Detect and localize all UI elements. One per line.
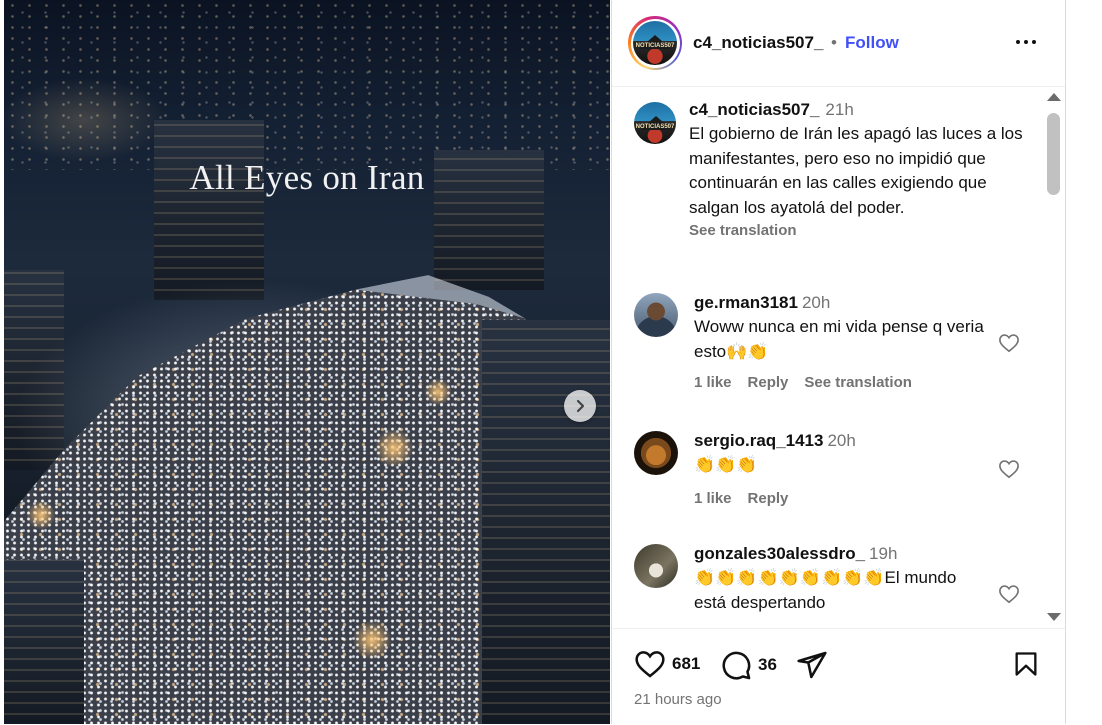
- comment-time: 20h: [801, 293, 831, 312]
- scrollbar-thumb[interactable]: [1047, 113, 1060, 195]
- separator-dot: •: [831, 33, 837, 52]
- heart-icon[interactable]: [998, 333, 1020, 353]
- post-media[interactable]: All Eyes on Iran: [4, 0, 610, 724]
- comment-bubble-icon[interactable]: [720, 649, 752, 681]
- caption-avatar[interactable]: NOTICIAS507: [634, 102, 676, 144]
- comment-username[interactable]: ge.rman3181: [694, 293, 798, 312]
- flare-glow: [374, 428, 414, 468]
- bookmark-icon[interactable]: [1012, 649, 1040, 679]
- comment-text: 👏👏👏👏👏👏👏👏👏El mundo está despertando: [694, 568, 957, 612]
- like-action[interactable]: 681: [634, 649, 700, 679]
- author-avatar[interactable]: NOTICIAS507: [628, 16, 682, 70]
- avatar[interactable]: [634, 431, 678, 475]
- reply-button[interactable]: Reply: [748, 490, 789, 507]
- comments-scrollbar[interactable]: [1042, 87, 1065, 627]
- post-header: NOTICIAS507 c4_noticias507_ • Follow: [612, 0, 1065, 87]
- comment-time: 20h: [827, 431, 856, 450]
- comment-username[interactable]: sergio.raq_1413: [694, 431, 823, 450]
- comment-count[interactable]: 36: [758, 655, 777, 675]
- scroll-up-arrow-icon[interactable]: [1047, 93, 1061, 101]
- post-actions-bar: 681 36 21 hours ago: [612, 628, 1065, 725]
- comments-list[interactable]: NOTICIAS507 c4_noticias507_ 21h El gobier…: [612, 87, 1042, 627]
- comment-text: 👏👏👏: [694, 455, 758, 474]
- building-right: [482, 320, 610, 724]
- caption-text: El gobierno de Irán les apagó las luces …: [689, 124, 1023, 217]
- next-media-button[interactable]: [564, 390, 596, 422]
- media-overlay-text: All Eyes on Iran: [189, 158, 425, 197]
- flare-glow: [26, 500, 56, 530]
- comment-username[interactable]: gonzales30alessdro_: [694, 544, 865, 563]
- follow-button[interactable]: Follow: [845, 33, 899, 53]
- caption-username[interactable]: c4_noticias507_: [689, 100, 819, 119]
- see-translation-link[interactable]: See translation: [804, 374, 912, 391]
- chevron-right-icon: [576, 399, 585, 413]
- avatar: NOTICIAS507: [634, 102, 676, 144]
- comment-likes[interactable]: 1 like: [694, 374, 732, 391]
- heart-icon[interactable]: [998, 584, 1020, 604]
- comment-action[interactable]: 36: [720, 649, 777, 681]
- avatar[interactable]: [634, 544, 678, 588]
- avatar[interactable]: [634, 293, 678, 337]
- post-details-panel: NOTICIAS507 c4_noticias507_ • Follow NOT…: [611, 0, 1066, 724]
- avatar-logo-text: NOTICIAS507: [635, 124, 675, 130]
- heart-icon[interactable]: [998, 459, 1020, 479]
- share-action[interactable]: [796, 649, 828, 681]
- comment-time: 19h: [869, 544, 898, 563]
- scroll-down-arrow-icon[interactable]: [1047, 613, 1061, 621]
- caption-time: 21h: [825, 100, 854, 119]
- comment-text: Woww nunca en mi vida pense q veria esto…: [694, 317, 984, 361]
- author-username[interactable]: c4_noticias507_: [693, 33, 823, 53]
- post-time-ago[interactable]: 21 hours ago: [634, 691, 722, 708]
- see-translation-link[interactable]: See translation: [689, 222, 1034, 239]
- flare-glow: [424, 378, 452, 406]
- more-options-icon[interactable]: [1012, 30, 1040, 54]
- building-left: [4, 560, 84, 724]
- avatar: NOTICIAS507: [633, 21, 677, 65]
- avatar-logo-text: NOTICIAS507: [635, 43, 675, 49]
- heart-icon[interactable]: [634, 649, 666, 679]
- like-count[interactable]: 681: [672, 654, 700, 674]
- flare-glow: [352, 620, 392, 660]
- reply-button[interactable]: Reply: [748, 374, 789, 391]
- comment-likes[interactable]: 1 like: [694, 490, 732, 507]
- save-action[interactable]: [1012, 649, 1040, 679]
- share-paper-plane-icon[interactable]: [796, 649, 828, 681]
